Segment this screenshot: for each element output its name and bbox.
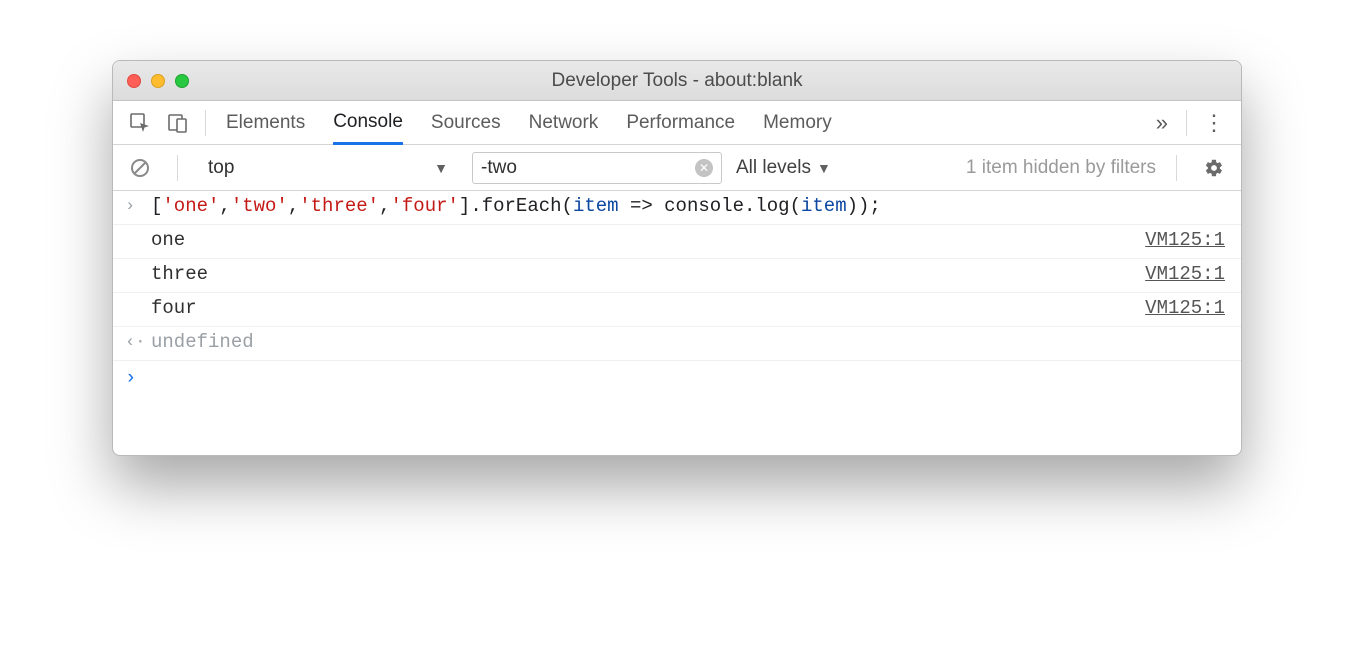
log-message: three <box>151 263 1145 285</box>
devtools-window: Developer Tools - about:blank Elements C… <box>112 60 1242 456</box>
tab-memory[interactable]: Memory <box>763 101 832 144</box>
more-tabs-button[interactable]: » <box>1148 110 1176 136</box>
levels-label: All levels <box>736 157 811 179</box>
console-return-row: ‹· undefined <box>113 327 1241 361</box>
log-levels-selector[interactable]: All levels ▼ <box>736 157 831 179</box>
chevron-down-icon: ▼ <box>817 160 831 176</box>
source-link[interactable]: VM125:1 <box>1145 229 1225 251</box>
log-message: one <box>151 229 1145 251</box>
clear-filter-icon[interactable]: ✕ <box>695 159 713 177</box>
console-log-row: one VM125:1 <box>113 225 1241 259</box>
console-output: › ['one','two','three','four'].forEach(i… <box>113 191 1241 455</box>
console-filter-bar: top ▼ ✕ All levels ▼ 1 item hidden by fi… <box>113 145 1241 191</box>
console-log-row: three VM125:1 <box>113 259 1241 293</box>
context-label: top <box>208 157 234 179</box>
panel-tabs: Elements Console Sources Network Perform… <box>216 101 842 144</box>
console-settings-icon[interactable] <box>1197 151 1231 185</box>
window-controls <box>127 74 189 88</box>
output-chevron-icon: ‹· <box>125 331 151 352</box>
tab-performance[interactable]: Performance <box>626 101 735 144</box>
filter-input-container: ✕ <box>472 152 722 184</box>
tab-elements[interactable]: Elements <box>226 101 305 144</box>
separator <box>205 110 206 136</box>
separator <box>177 155 178 181</box>
close-window-button[interactable] <box>127 74 141 88</box>
source-link[interactable]: VM125:1 <box>1145 263 1225 285</box>
clear-console-icon[interactable] <box>123 151 157 185</box>
chevron-down-icon: ▼ <box>434 160 448 176</box>
hidden-items-message: 1 item hidden by filters <box>966 157 1156 179</box>
console-input-code[interactable]: ['one','two','three','four'].forEach(ite… <box>151 195 1225 217</box>
inspect-element-icon[interactable] <box>123 106 157 140</box>
tab-sources[interactable]: Sources <box>431 101 501 144</box>
source-link[interactable]: VM125:1 <box>1145 297 1225 319</box>
titlebar[interactable]: Developer Tools - about:blank <box>113 61 1241 101</box>
console-input-echo: › ['one','two','three','four'].forEach(i… <box>113 191 1241 225</box>
tab-console[interactable]: Console <box>333 101 403 145</box>
separator <box>1176 155 1177 181</box>
log-message: four <box>151 297 1145 319</box>
maximize-window-button[interactable] <box>175 74 189 88</box>
console-prompt-row[interactable]: › <box>113 361 1241 395</box>
tab-network[interactable]: Network <box>529 101 599 144</box>
execution-context-selector[interactable]: top ▼ <box>198 152 458 184</box>
main-toolbar: Elements Console Sources Network Perform… <box>113 101 1241 145</box>
input-chevron-icon: › <box>125 195 151 216</box>
separator <box>1186 110 1187 136</box>
return-value: undefined <box>151 331 1225 353</box>
filter-input[interactable] <box>481 157 687 179</box>
window-title: Developer Tools - about:blank <box>113 70 1241 92</box>
device-toolbar-icon[interactable] <box>161 106 195 140</box>
minimize-window-button[interactable] <box>151 74 165 88</box>
devtools-menu-button[interactable]: ⋮ <box>1197 106 1231 140</box>
prompt-chevron-icon: › <box>125 365 151 389</box>
console-log-row: four VM125:1 <box>113 293 1241 327</box>
